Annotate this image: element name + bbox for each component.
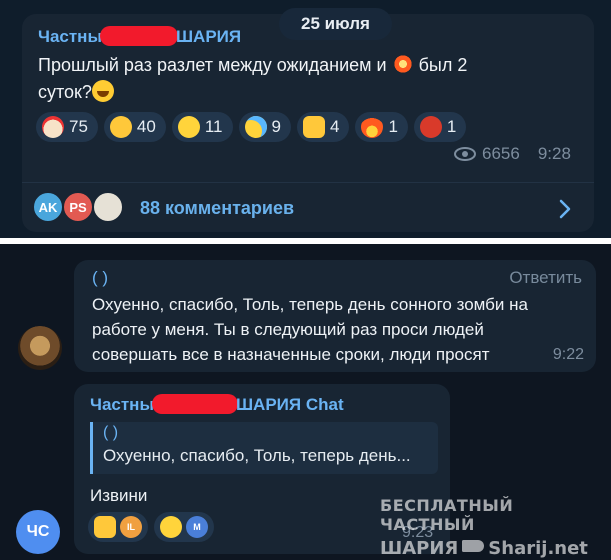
angry-emoji-icon: [419, 116, 442, 138]
watermark-line1: БЕСПЛАТНЫЙ ЧАСТНЫЙ: [380, 496, 514, 534]
reaction-angry[interactable]: 1: [413, 112, 467, 142]
comments-count-label[interactable]: 88 комментариев: [140, 198, 294, 219]
chat-panel: ( ) Ответить Охуенно, спасибо, Толь, теп…: [0, 244, 611, 560]
pointing-hand-icon: [462, 540, 485, 552]
reaction-count: 1: [446, 117, 457, 136]
redaction-mark: [99, 26, 178, 46]
commenter-avatar-cat: [92, 191, 124, 223]
reaction-count: 9: [271, 117, 281, 136]
message-text: Охуенно, спасибо, Толь, теперь день сонн…: [92, 295, 528, 364]
post-text: Прошлый раз разлет между ожиданием и был…: [38, 52, 558, 106]
commenter-avatar: AK: [32, 191, 64, 223]
reactions-row: 75 40 11 9 4 1 1: [36, 112, 467, 142]
date-pill: 25 июля: [279, 8, 392, 40]
quote-link: ( ): [103, 424, 119, 441]
reaction-count: 40: [136, 117, 156, 136]
quoted-reply[interactable]: ( ) Охуенно, спасибо, Толь, теперь день.…: [90, 422, 438, 474]
avatar[interactable]: ЧС: [16, 510, 60, 554]
chevron-right-icon[interactable]: [558, 199, 572, 219]
reaction-grin[interactable]: M: [154, 512, 214, 542]
reply-button[interactable]: Ответить: [509, 268, 582, 288]
post-text-line1: Прошлый раз разлет между ожиданием и: [38, 55, 387, 75]
fire-emoji-icon: [361, 116, 384, 138]
chat-message[interactable]: ( ) Ответить Охуенно, спасибо, Толь, теп…: [74, 260, 596, 372]
channel-post-panel: Частны ШАРИЯ Прошлый раз разлет между ожи…: [0, 0, 611, 238]
reactor-avatar: IL: [120, 516, 142, 538]
commenter-avatar: PS: [62, 191, 94, 223]
watermark: БЕСПЛАТНЫЙ ЧАСТНЫЙ ШАРИЯ Sharij.net: [380, 496, 611, 559]
reaction-fire[interactable]: 1: [355, 112, 408, 142]
view-count: 6656: [482, 144, 520, 163]
author-name-end: ШАРИЯ: [175, 27, 242, 46]
laughing-emoji-icon: [91, 80, 114, 102]
redaction-mark: [151, 394, 238, 414]
reaction-thinking[interactable]: 40: [103, 112, 166, 142]
grin-emoji-icon: [160, 516, 182, 538]
grin-emoji-icon: [177, 116, 200, 138]
message-author[interactable]: Частны ШАРИЯ Chat: [90, 394, 344, 415]
author-name-end: ШАРИЯ Chat: [235, 395, 344, 414]
reactions-row: IL M: [88, 512, 214, 542]
collision-emoji-icon: [391, 53, 414, 75]
watermark-site: Sharij.net: [488, 538, 588, 559]
reactor-avatar: M: [186, 516, 208, 538]
crying-emoji-icon: [244, 116, 267, 138]
thinking-emoji-icon: [109, 116, 132, 138]
message-text: Извини: [90, 486, 148, 505]
channel-post: Частны ШАРИЯ Прошлый раз разлет между ожи…: [22, 14, 594, 232]
eye-icon: [454, 147, 476, 161]
reaction-count: 4: [329, 117, 340, 136]
clown-emoji-icon: [42, 116, 64, 138]
reaction-count: 75: [69, 117, 88, 136]
thumbs-up-emoji-icon: [94, 516, 116, 538]
watermark-name: ШАРИЯ: [380, 538, 459, 559]
author-name-start: Частны: [38, 27, 102, 46]
message-time: 9:22: [552, 346, 584, 363]
watermark-line2: ШАРИЯ Sharij.net: [380, 538, 611, 559]
post-meta: 6656 9:28: [454, 144, 571, 164]
quote-text: Охуенно, спасибо, Толь, теперь день...: [103, 446, 411, 465]
post-text-after-icon: был 2: [418, 55, 468, 75]
thumbs-up-emoji-icon: [302, 116, 325, 138]
reply-link[interactable]: ( ): [92, 268, 108, 288]
reaction-count: 1: [388, 117, 398, 136]
post-author[interactable]: Частны ШАРИЯ: [38, 26, 241, 47]
reaction-thumbs-up[interactable]: 4: [296, 112, 350, 142]
reaction-clown[interactable]: 75: [36, 112, 98, 142]
reaction-count: 11: [204, 117, 223, 136]
reaction-thumbs-up[interactable]: IL: [88, 512, 148, 542]
avatar[interactable]: [18, 326, 62, 370]
reaction-crying[interactable]: 9: [238, 112, 291, 142]
comments-bar[interactable]: AK PS 88 комментариев: [22, 182, 594, 232]
reaction-grin[interactable]: 11: [171, 112, 233, 142]
post-time: 9:28: [537, 144, 571, 163]
author-name-start: Частны: [90, 395, 154, 414]
post-text-line2: суток?: [38, 82, 92, 102]
